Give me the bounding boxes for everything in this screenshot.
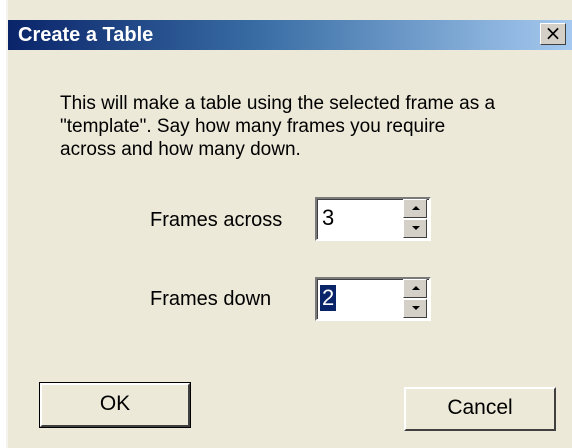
description-text: This will make a table using the selecte…	[60, 92, 560, 161]
description-line: This will make a table using the selecte…	[60, 93, 496, 114]
ok-button[interactable]: OK	[39, 382, 191, 428]
frames-across-spinner[interactable]: 3	[315, 197, 431, 241]
arrow-up-icon	[412, 206, 420, 210]
frames-across-down-button[interactable]	[403, 219, 427, 238]
cancel-button[interactable]: Cancel	[404, 387, 556, 431]
frames-down-up-button[interactable]	[403, 279, 427, 298]
frames-across-up-button[interactable]	[403, 199, 427, 218]
frames-down-label: Frames down	[150, 288, 272, 310]
frames-across-input[interactable]: 3	[322, 205, 334, 231]
frames-down-down-button[interactable]	[403, 299, 427, 318]
arrow-down-icon	[412, 306, 420, 310]
arrow-down-icon	[412, 226, 420, 230]
description-line: "template". Say how many frames you requ…	[60, 116, 446, 137]
description-line: across and how many down.	[60, 139, 301, 160]
frames-across-label: Frames across	[150, 209, 283, 231]
dialog-title: Create a Table	[18, 24, 154, 46]
create-table-dialog: Create a Table × This will make a table …	[6, 0, 572, 448]
close-button[interactable]: ×	[540, 23, 566, 45]
close-icon: ×	[544, 21, 562, 45]
frames-down-spinner[interactable]: 2	[315, 277, 431, 321]
frames-down-input[interactable]: 2	[320, 285, 337, 311]
title-bar[interactable]: Create a Table ×	[8, 20, 572, 50]
arrow-up-icon	[412, 286, 420, 290]
